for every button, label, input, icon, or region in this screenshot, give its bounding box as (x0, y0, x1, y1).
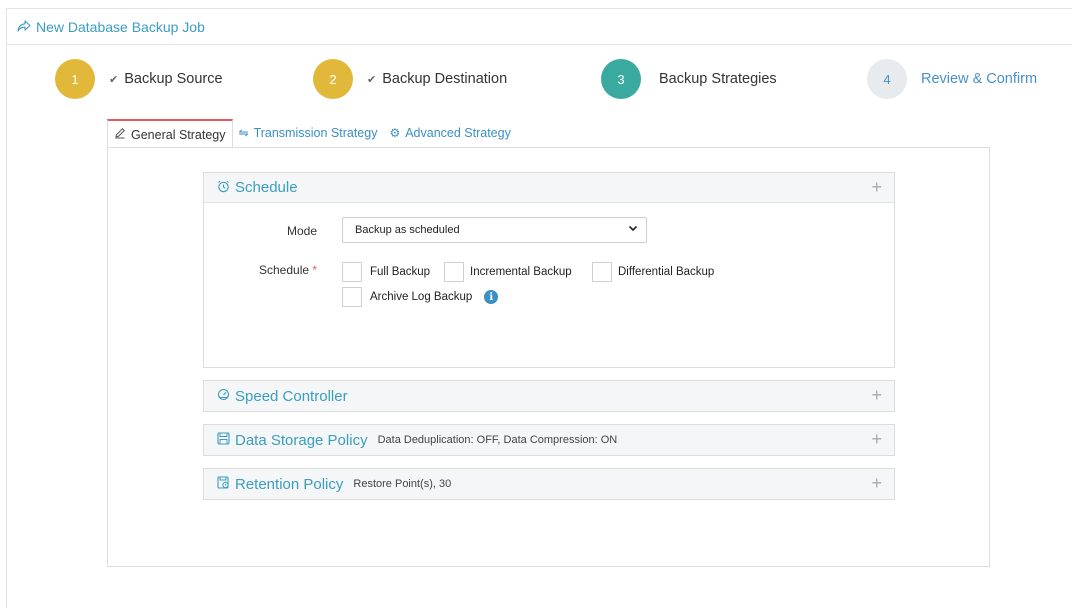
step-label: Backup Strategies (659, 71, 777, 87)
mode-select-value: Backup as scheduled (355, 224, 460, 236)
tab-label: Transmission Strategy (253, 126, 378, 140)
step-label: Review & Confirm (921, 71, 1038, 87)
expand-plus-icon[interactable]: + (871, 385, 882, 406)
floppy-disk-icon (217, 432, 230, 448)
section-title: Data Storage Policy (235, 431, 368, 449)
schedule-header[interactable]: Schedule + (204, 173, 894, 203)
wizard-step-1[interactable]: 1 ✔ Backup Source (55, 59, 223, 99)
tab-general-strategy[interactable]: General Strategy (107, 119, 233, 148)
tab-label: General Strategy (131, 127, 226, 142)
strategy-panel: Schedule + Mode Backup as scheduled Sche… (107, 147, 990, 567)
schedule-body: Mode Backup as scheduled Schedule * Full… (204, 203, 894, 367)
option-label: Incremental Backup (470, 266, 572, 278)
step-number-circle: 3 (601, 59, 641, 99)
checkbox[interactable] (592, 262, 612, 282)
differential-backup-option[interactable]: Differential Backup (592, 262, 714, 282)
retention-policy-header[interactable]: Retention Policy Restore Point(s), 30 + (204, 469, 894, 499)
tab-transmission-strategy[interactable]: ⇋ Transmission Strategy (233, 119, 384, 147)
wizard-step-3[interactable]: 3 Backup Strategies (601, 59, 777, 99)
check-icon: ✔ (109, 73, 119, 86)
data-storage-policy-section: Data Storage Policy Data Deduplication: … (203, 424, 895, 456)
expand-plus-icon[interactable]: + (871, 429, 882, 450)
step-number-circle: 1 (55, 59, 95, 99)
required-marker: * (312, 263, 318, 277)
expand-plus-icon[interactable]: + (871, 473, 882, 494)
mode-label: Mode (287, 224, 318, 238)
transfer-arrows-icon: ⇋ (238, 126, 249, 140)
step-number-circle: 2 (313, 59, 353, 99)
chevron-down-icon (628, 223, 638, 236)
tab-advanced-strategy[interactable]: ⚙ Advanced Strategy (383, 119, 516, 147)
retention-policy-section: Retention Policy Restore Point(s), 30 + (203, 468, 895, 500)
speedometer-icon (217, 388, 230, 404)
share-arrow-icon (17, 19, 31, 35)
schedule-label: Schedule * (259, 263, 317, 277)
speed-controller-header[interactable]: Speed Controller + (204, 381, 894, 411)
alarm-clock-icon (217, 180, 230, 196)
strategy-tabs: General Strategy ⇋ Transmission Strategy… (107, 119, 517, 148)
archive-log-backup-option[interactable]: Archive Log Backup i (342, 287, 499, 307)
section-summary: Restore Point(s), 30 (353, 478, 452, 490)
main-frame: New Database Backup Job 1 ✔ Backup Source… (6, 8, 1072, 608)
full-backup-option[interactable]: Full Backup (342, 262, 430, 282)
step-number-circle: 4 (867, 59, 907, 99)
option-label: Full Backup (370, 266, 431, 278)
tab-label: Advanced Strategy (405, 126, 511, 140)
pencil-icon (114, 127, 126, 142)
step-label: Backup Destination (382, 71, 508, 87)
option-label: Differential Backup (618, 266, 715, 278)
checkbox[interactable] (342, 287, 362, 307)
wizard-step-4[interactable]: 4 Review & Confirm (867, 59, 1037, 99)
wizard-steps: 1 ✔ Backup Source 2 ✔ Backup Destination 3… (7, 59, 1072, 103)
speed-controller-section: Speed Controller + (203, 380, 895, 412)
info-icon[interactable]: i (484, 290, 499, 304)
section-title: Speed Controller (235, 387, 348, 405)
page-title: New Database Backup Job (36, 18, 205, 35)
wizard-step-2[interactable]: 2 ✔ Backup Destination (313, 59, 507, 99)
incremental-backup-option[interactable]: Incremental Backup (444, 262, 572, 282)
mode-select[interactable]: Backup as scheduled (342, 217, 647, 243)
expand-plus-icon[interactable]: + (871, 177, 882, 198)
gear-icon: ⚙ (389, 126, 401, 140)
step-label: Backup Source (124, 71, 223, 87)
section-title: Schedule (235, 179, 298, 196)
schedule-section: Schedule + Mode Backup as scheduled Sche… (203, 172, 895, 368)
checkbox[interactable] (342, 262, 362, 282)
save-policy-icon (217, 476, 230, 492)
title-bar: New Database Backup Job (7, 9, 1072, 45)
option-label: Archive Log Backup (370, 291, 473, 303)
schedule-label-text: Schedule (259, 263, 310, 277)
check-icon: ✔ (367, 73, 377, 86)
data-storage-policy-header[interactable]: Data Storage Policy Data Deduplication: … (204, 425, 894, 455)
section-title: Retention Policy (235, 475, 344, 493)
section-summary: Data Deduplication: OFF, Data Compressio… (377, 434, 618, 446)
checkbox[interactable] (444, 262, 464, 282)
